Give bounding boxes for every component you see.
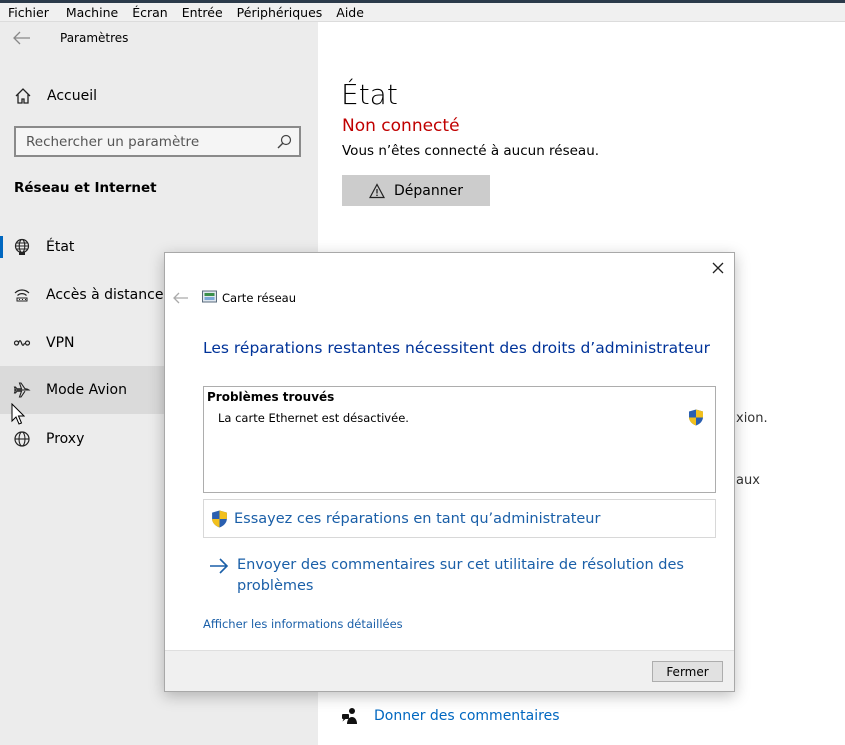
menu-fichier[interactable]: Fichier [0,5,49,20]
detailed-info-link[interactable]: Afficher les informations détaillées [203,617,403,631]
home-link[interactable]: Accueil [14,87,97,105]
menu-machine[interactable]: Machine [49,5,118,20]
menu-aide[interactable]: Aide [322,5,364,20]
give-feedback-label: Donner des commentaires [374,708,560,724]
search-placeholder: Rechercher un paramètre [26,134,200,150]
globe-icon [14,431,30,447]
menu-peripheriques[interactable]: Périphériques [223,5,323,20]
problems-found-box: Problèmes trouvés La carte Ethernet est … [203,386,716,493]
give-feedback-link[interactable]: Donner des commentaires [341,707,560,725]
menu-ecran[interactable]: Écran [118,5,168,20]
search-input[interactable]: Rechercher un paramètre [14,126,301,157]
warning-icon [369,182,385,198]
status-description: Vous n’êtes connecté à aucun réseau. [342,143,600,159]
connection-status: Non connecté [342,116,460,136]
uac-shield-icon [212,510,227,527]
uac-shield-icon [689,409,703,426]
send-feedback-label: Envoyer des commentaires sur cet utilita… [237,557,684,594]
app-title: Paramètres [60,31,129,45]
page-title: État [341,78,398,111]
mouse-cursor-icon [11,403,25,425]
close-icon[interactable] [711,261,725,275]
back-arrow-icon[interactable] [173,292,189,304]
dialup-icon [14,289,30,302]
search-icon[interactable] [277,134,292,149]
send-feedback-link[interactable]: Envoyer des commentaires sur cet utilita… [209,555,699,597]
sidebar-item-label: VPN [46,335,75,351]
back-arrow-icon[interactable] [13,31,31,45]
dialog-heading: Les réparations restantes nécessitent de… [203,339,710,357]
dialog-footer: Fermer [165,650,734,691]
menu-entree[interactable]: Entrée [168,5,223,20]
airplane-icon [13,382,31,398]
problems-header: Problèmes trouvés [207,390,335,404]
home-icon [15,88,31,104]
sidebar-item-label: État [46,239,75,255]
troubleshoot-button[interactable]: Dépanner [342,175,490,206]
active-indicator [0,236,3,258]
troubleshoot-label: Dépanner [394,182,463,199]
occluded-text: aux [736,473,760,488]
network-adapter-icon [202,290,217,303]
sidebar-item-label: Proxy [46,431,85,447]
sidebar-item-label: Mode Avion [46,382,127,398]
admin-repair-label: Essayez ces réparations en tant qu’admin… [234,510,601,527]
vm-menubar: Fichier Machine Écran Entrée Périphériqu… [0,3,845,22]
dialog-title: Carte réseau [222,291,296,305]
section-title: Réseau et Internet [14,180,157,196]
arrow-right-icon [210,558,229,574]
sidebar-item-label: Accès à distance [46,287,164,303]
occluded-text: xion. [736,411,768,426]
admin-repair-button[interactable]: Essayez ces réparations en tant qu’admin… [203,499,716,538]
feedback-person-icon [342,708,357,724]
problem-item: La carte Ethernet est désactivée. [218,411,409,425]
close-button[interactable]: Fermer [652,661,723,682]
troubleshooter-dialog: Carte réseau Les réparations restantes n… [164,252,735,692]
vpn-icon [13,340,31,346]
globe-network-icon [14,238,30,255]
home-label: Accueil [47,88,97,104]
